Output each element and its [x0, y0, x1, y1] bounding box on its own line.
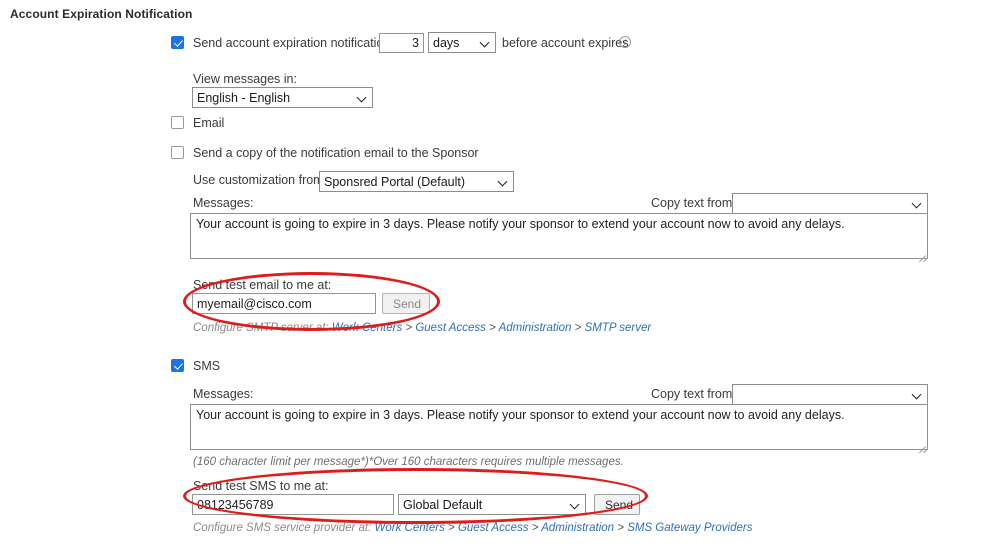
breadcrumb-separator: >	[531, 522, 539, 534]
smtp-config-hint: Configure SMTP server at: Work Centers >…	[193, 322, 651, 334]
breadcrumb-separator: >	[489, 322, 496, 334]
test-email-input[interactable]	[192, 293, 376, 314]
sms-config-hint: Configure SMS service provider at: Work …	[193, 522, 752, 534]
send-expiration-notification-label: Send account expiration notification	[193, 36, 391, 50]
email-copy-text-from-label: Copy text from:	[651, 196, 736, 210]
email-copy-text-from-select[interactable]	[732, 193, 928, 214]
use-customization-from-label: Use customization from:	[193, 173, 328, 187]
send-test-email-label: Send test email to me at:	[193, 278, 332, 292]
email-message-textarea-wrapper[interactable]: Your account is going to expire in 3 day…	[190, 213, 929, 263]
link-administration[interactable]: Administration	[541, 522, 614, 534]
page-title: Account Expiration Notification	[10, 7, 193, 21]
send-test-email-button[interactable]: Send	[382, 293, 430, 314]
sms-label: SMS	[193, 359, 221, 373]
view-messages-language-select[interactable]: English - English	[192, 87, 373, 108]
sms-copy-text-from-label: Copy text from:	[651, 387, 736, 401]
time-unit-select[interactable]: days	[428, 32, 496, 53]
sms-message-textarea-wrapper[interactable]: Your account is going to expire in 3 day…	[190, 404, 929, 454]
sms-provider-select[interactable]: Global Default	[398, 494, 586, 515]
email-checkbox[interactable]	[171, 115, 184, 130]
view-messages-in-label: View messages in:	[193, 72, 297, 86]
checkbox-box	[171, 116, 184, 130]
checkbox-box	[171, 146, 184, 160]
send-copy-to-sponsor-checkbox[interactable]	[171, 145, 184, 160]
info-icon[interactable]: i	[619, 36, 631, 48]
view-messages-language-select-wrapper[interactable]: English - English	[192, 87, 373, 108]
sms-message-textarea[interactable]: Your account is going to expire in 3 day…	[190, 404, 928, 450]
sms-provider-select-wrapper[interactable]: Global Default	[398, 494, 586, 515]
email-label: Email	[193, 116, 225, 130]
send-copy-to-sponsor-label: Send a copy of the notification email to…	[193, 146, 479, 160]
smtp-config-hint-prefix: Configure SMTP server at:	[193, 322, 329, 334]
sms-char-limit-note: (160 character limit per message*)*Over …	[193, 456, 624, 468]
send-expiration-notification-checkbox[interactable]	[171, 35, 184, 50]
checkbox-box	[171, 359, 184, 373]
send-test-sms-button[interactable]: Send	[594, 494, 640, 515]
link-guest-access[interactable]: Guest Access	[415, 322, 486, 334]
checkbox-box	[171, 36, 184, 50]
breadcrumb-separator: >	[405, 322, 413, 334]
breadcrumb-separator: >	[574, 322, 582, 334]
sms-config-hint-prefix: Configure SMS service provider at:	[193, 522, 372, 534]
link-guest-access[interactable]: Guest Access	[458, 522, 529, 534]
link-work-centers[interactable]: Work Centers	[375, 522, 445, 534]
link-smtp-server[interactable]: SMTP server	[585, 322, 652, 334]
link-sms-gateway-providers[interactable]: SMS Gateway Providers	[627, 522, 752, 534]
sms-messages-label: Messages:	[193, 387, 254, 401]
sms-copy-text-from-select-wrapper[interactable]	[732, 384, 928, 405]
before-account-expires-label: before account expires	[502, 36, 629, 50]
customization-portal-select[interactable]: Sponsred Portal (Default)	[319, 171, 514, 192]
time-unit-select-wrapper[interactable]: days	[428, 32, 496, 53]
send-test-sms-label: Send test SMS to me at:	[193, 479, 329, 493]
test-sms-input[interactable]	[192, 494, 394, 515]
sms-copy-text-from-select[interactable]	[732, 384, 928, 405]
link-administration[interactable]: Administration	[499, 322, 572, 334]
breadcrumb-separator: >	[617, 522, 624, 534]
link-work-centers[interactable]: Work Centers	[332, 322, 402, 334]
email-copy-text-from-select-wrapper[interactable]	[732, 193, 928, 214]
customization-portal-select-wrapper[interactable]: Sponsred Portal (Default)	[319, 171, 514, 192]
days-count-input[interactable]	[379, 33, 424, 53]
email-message-textarea[interactable]: Your account is going to expire in 3 day…	[190, 213, 928, 259]
email-messages-label: Messages:	[193, 196, 254, 210]
sms-checkbox[interactable]	[171, 358, 184, 373]
breadcrumb-separator: >	[448, 522, 455, 534]
